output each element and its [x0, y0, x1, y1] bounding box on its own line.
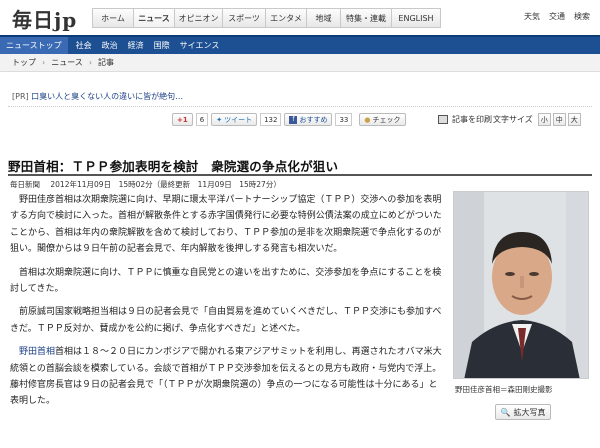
- subnav-item-news-top[interactable]: ニューストップ: [0, 37, 68, 54]
- mixi-check-button[interactable]: ● チェック: [359, 113, 406, 126]
- nav-tab-home[interactable]: ホーム: [92, 8, 133, 28]
- pr-text[interactable]: 口臭い人と臭くない人の違いに皆が絶句…: [31, 92, 183, 101]
- pr-tag: [PR]: [12, 92, 29, 101]
- breadcrumb-article: 記事: [98, 58, 115, 67]
- article-date: 2012年11月09日 15時02分（最終更新 11月09日 15時27分）: [50, 180, 281, 189]
- nav-tab-local[interactable]: 地域: [306, 8, 340, 28]
- zoom-photo-button[interactable]: 🔍 拡大写真: [495, 404, 551, 420]
- article-paragraph-last: 野田首相首相は１８～２０日にカンボジアで開かれる東アジアサミットを利用し、再選さ…: [10, 347, 442, 407]
- title-divider: [8, 174, 592, 176]
- highlighted-name: 野田首相: [19, 347, 56, 358]
- breadcrumb: トップ › ニュース › 記事: [0, 54, 600, 72]
- twitter-bird-icon: ✦: [216, 115, 223, 124]
- article-body: 野田佳彦首相は次期衆院選に向け、早期に環太平洋パートナーシップ協定（ＴＰＰ）交渉…: [10, 192, 446, 417]
- prime-minister-portrait: [454, 192, 588, 378]
- nav-tab-sports[interactable]: スポーツ: [222, 8, 265, 28]
- divider: [8, 106, 592, 107]
- subnav-item-society[interactable]: 社会: [76, 40, 92, 51]
- subnav-item-international[interactable]: 国際: [154, 40, 170, 51]
- article-paragraph: 野田佳彦首相は次期衆院選に向け、早期に環太平洋パートナーシップ協定（ＴＰＰ）交渉…: [10, 195, 442, 255]
- subnav-item-science[interactable]: サイエンス: [180, 40, 220, 51]
- nav-tab-english[interactable]: ENGLISH: [391, 8, 441, 28]
- subnav-item-economy[interactable]: 経済: [128, 40, 144, 51]
- tweet-button[interactable]: ✦ ツイート: [211, 113, 258, 126]
- recommend-label: おすすめ: [299, 115, 328, 124]
- top-links: 天気 交通 検索: [524, 11, 590, 22]
- global-nav: ホーム ニュース オピニオン スポーツ エンタメ 地域 特集・連載 ENGLIS…: [92, 8, 441, 28]
- tweet-label: ツイート: [224, 115, 253, 124]
- tweet-count: 132: [260, 113, 282, 126]
- breadcrumb-separator: ›: [42, 58, 46, 67]
- nav-tab-features[interactable]: 特集・連載: [340, 8, 391, 28]
- font-size-label: 文字サイズ: [493, 115, 533, 124]
- search-link[interactable]: 検索: [574, 11, 590, 22]
- font-size-control: 文字サイズ 小 中 大: [493, 112, 581, 127]
- photo-caption: 野田佳彦首相＝森田剛史撮影: [455, 385, 553, 394]
- article-meta: 毎日新聞 2012年11月09日 15時02分（最終更新 11月09日 15時2…: [10, 179, 289, 190]
- nav-tab-entertainment[interactable]: エンタメ: [265, 8, 306, 28]
- magnifier-icon: 🔍: [500, 407, 511, 417]
- breadcrumb-separator: ›: [88, 58, 93, 67]
- news-subnav: ニューストップ 社会 政治 経済 国際 サイエンス: [0, 35, 600, 54]
- article-photo[interactable]: [453, 191, 589, 379]
- article-paragraph: 首相は次期衆院選に向け、ＴＰＰに慎重な自民党との違いを出すために、交渉参加を争点…: [10, 267, 442, 295]
- weather-link[interactable]: 天気: [524, 11, 540, 22]
- gplus-button[interactable]: +1: [172, 113, 193, 126]
- breadcrumb-news[interactable]: ニュース: [51, 57, 83, 68]
- nav-tab-opinion[interactable]: オピニオン: [174, 8, 222, 28]
- share-bar: +1 6 ✦ ツイート 132 f おすすめ 33 ● チェック: [172, 112, 406, 127]
- traffic-link[interactable]: 交通: [549, 11, 565, 22]
- article-source: 毎日新聞: [10, 180, 40, 189]
- breadcrumb-top[interactable]: トップ: [12, 57, 36, 68]
- print-article-button[interactable]: 記事を印刷: [438, 112, 492, 127]
- subnav-item-politics[interactable]: 政治: [102, 40, 118, 51]
- gplus-count: 6: [195, 113, 209, 126]
- facebook-icon: f: [289, 115, 298, 124]
- site-header: 毎日jp ホーム ニュース オピニオン スポーツ エンタメ 地域 特集・連載 E…: [0, 0, 600, 35]
- print-label: 記事を印刷: [452, 115, 492, 124]
- article-paragraph: 前原誠司国家戦略担当相は９日の記者会見で「自由貿易を進めていくべきだし、ＴＰＰ交…: [10, 307, 442, 334]
- font-size-medium-button[interactable]: 中: [552, 113, 566, 126]
- check-icon: ●: [364, 115, 371, 124]
- pr-ad-link[interactable]: [PR] 口臭い人と臭くない人の違いに皆が絶句…: [12, 91, 183, 102]
- printer-icon: [438, 115, 448, 124]
- nav-tab-news[interactable]: ニュース: [133, 8, 174, 28]
- site-logo[interactable]: 毎日jp: [12, 4, 77, 33]
- recommend-count: 33: [335, 113, 353, 126]
- article-title: 野田首相：ＴＰＰ参加表明を検討 衆院選の争点化が狙い: [8, 159, 339, 174]
- check-label: チェック: [372, 115, 401, 124]
- font-size-small-button[interactable]: 小: [537, 113, 551, 126]
- recommend-button[interactable]: f おすすめ: [284, 113, 333, 126]
- zoom-label: 拡大写真: [513, 407, 546, 417]
- font-size-large-button[interactable]: 大: [567, 113, 581, 126]
